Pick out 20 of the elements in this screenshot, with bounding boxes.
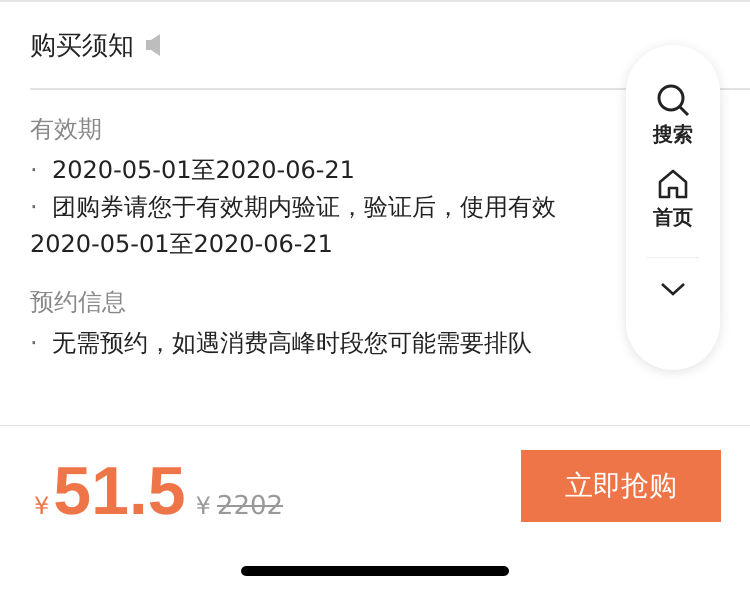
collapse-button[interactable]: [660, 282, 686, 296]
bullet-icon: ·: [30, 152, 52, 189]
notice-text: 团购券请您于有效期内验证，验证后，使用有效: [52, 192, 556, 223]
notice-text: 无需预约，如遇消费高峰时段您可能需要排队: [52, 328, 532, 359]
bullet-icon: ·: [30, 325, 52, 362]
section-title: 购买须知: [30, 30, 134, 62]
original-price: 2202: [216, 491, 284, 521]
speaker-icon: [146, 34, 162, 56]
home-button[interactable]: 首页: [653, 168, 693, 231]
currency-symbol: ¥: [196, 492, 211, 520]
price: 51.5: [53, 452, 186, 530]
chevron-down-icon: [660, 282, 686, 296]
notice-text: 2020-05-01至2020-06-21: [52, 155, 355, 186]
search-icon: [656, 83, 690, 117]
home-icon: [657, 168, 689, 200]
currency-symbol: ¥: [34, 492, 50, 520]
search-button[interactable]: 搜索: [653, 83, 693, 148]
notice-text: 2020-05-01至2020-06-21: [30, 229, 333, 260]
section-heading: 预约信息: [30, 287, 126, 318]
section-heading: 有效期: [30, 114, 102, 145]
